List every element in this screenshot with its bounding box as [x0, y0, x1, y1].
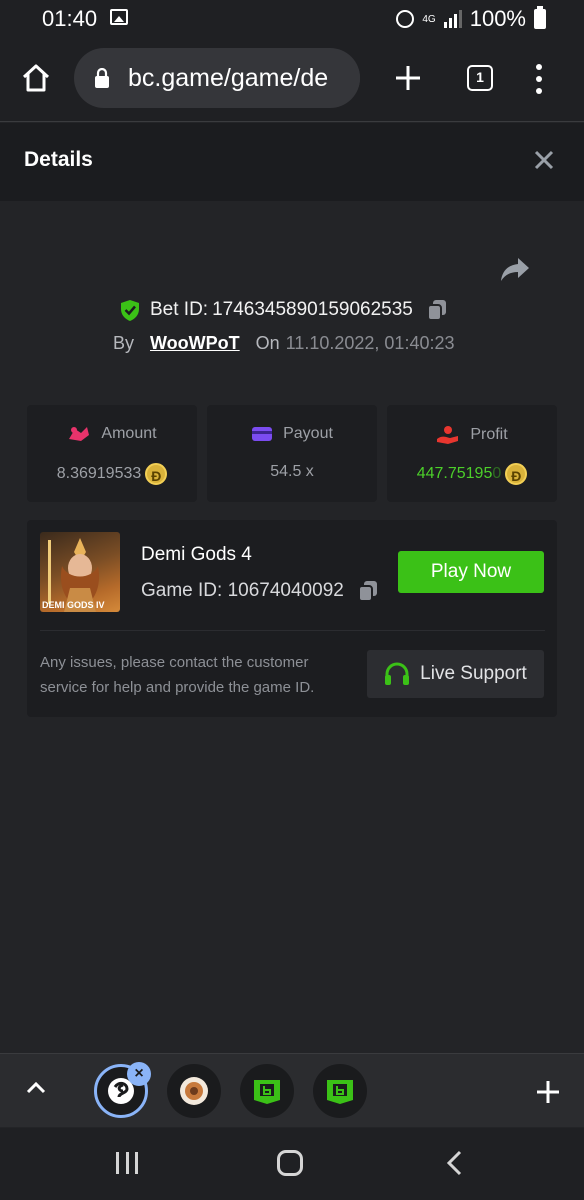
- copy-icon[interactable]: [426, 299, 447, 321]
- home-icon[interactable]: [20, 62, 52, 94]
- amount-value: 8.36919533: [56, 465, 142, 482]
- on-label: On: [255, 333, 280, 353]
- help-text: Any issues, please contact the customer …: [40, 654, 315, 696]
- battery-percent: 100%: [469, 6, 526, 31]
- amount-icon: [69, 427, 90, 441]
- status-bar: 01:40 4G 100%: [0, 0, 584, 36]
- doge-coin-icon: Ð: [145, 463, 168, 485]
- address-bar[interactable]: bc.game/game/de: [74, 48, 360, 108]
- chevron-up-icon[interactable]: [26, 1082, 46, 1094]
- network-label: 4G: [422, 13, 436, 25]
- game-thumbnail[interactable]: DEMI GODS IV: [40, 532, 120, 612]
- tab-site-b[interactable]: [313, 1064, 367, 1118]
- lock-icon: [95, 68, 109, 88]
- url-text: bc.game/game/de: [128, 64, 329, 92]
- bet-author-row: By WooWPoT On 11.10.2022, 01:40:23: [113, 333, 455, 354]
- profit-card: Profit 447.75195 0 Ð: [387, 405, 557, 502]
- amount-card: Amount 8.36919533 Ð: [27, 405, 197, 502]
- shield-check-icon: [121, 300, 139, 321]
- browser-toolbar: bc.game/game/de 1: [0, 36, 584, 122]
- game-tab-icon: [180, 1077, 208, 1105]
- live-support-button[interactable]: Live Support: [367, 650, 544, 698]
- bet-id-row: Bet ID: 1746345890159062535: [120, 297, 447, 323]
- close-icon[interactable]: [533, 149, 555, 171]
- tab-close-icon[interactable]: ×: [127, 1062, 151, 1086]
- doge-coin-icon: Ð: [505, 463, 528, 485]
- divider: [40, 630, 545, 631]
- tab-site-a[interactable]: [240, 1064, 294, 1118]
- payout-label: Payout: [283, 425, 333, 442]
- back-icon[interactable]: [446, 1150, 462, 1176]
- profit-value-fade: 0: [492, 465, 502, 482]
- game-id-label: Game ID:: [141, 580, 223, 601]
- username-link[interactable]: WooWPoT: [150, 333, 240, 354]
- headset-icon: [385, 662, 410, 685]
- bet-date: 11.10.2022, 01:40:23: [285, 333, 455, 353]
- payout-card: Payout 54.5 x: [207, 405, 377, 502]
- page-title: Details: [24, 148, 93, 171]
- details-header: Details: [0, 123, 584, 201]
- copy-icon[interactable]: [357, 580, 378, 602]
- game-card: DEMI GODS IV Demi Gods 4 Game ID: 106740…: [27, 520, 557, 717]
- profit-label: Profit: [470, 426, 508, 443]
- play-now-button[interactable]: Play Now: [398, 551, 544, 593]
- home-button-icon[interactable]: [277, 1150, 303, 1176]
- profit-icon: [437, 426, 459, 444]
- amount-label: Amount: [101, 425, 157, 442]
- status-right: 4G 100%: [396, 6, 546, 32]
- live-support-label: Live Support: [420, 663, 527, 684]
- site-logo-icon: [327, 1080, 353, 1104]
- tab-game[interactable]: [167, 1064, 221, 1118]
- bet-id-label: Bet ID:: [150, 299, 209, 320]
- game-thumb-label: DEMI GODS IV: [42, 600, 105, 610]
- plus-icon[interactable]: [536, 1080, 560, 1104]
- battery-icon: [534, 6, 546, 29]
- tab-strip: ×: [0, 1053, 584, 1127]
- payout-value: 54.5 x: [270, 463, 314, 480]
- game-name: Demi Gods 4: [141, 544, 252, 565]
- bet-id-value: 1746345890159062535: [212, 299, 413, 320]
- profit-value: 447.75195: [416, 465, 493, 482]
- alarm-icon: [396, 10, 415, 28]
- by-label: By: [113, 333, 135, 353]
- tab-switcher-button[interactable]: 1: [467, 65, 493, 91]
- share-icon[interactable]: [500, 256, 530, 282]
- new-tab-icon[interactable]: [394, 64, 422, 92]
- game-id-value: 10674040092: [227, 580, 344, 601]
- overflow-menu-icon[interactable]: [536, 64, 544, 94]
- site-logo-icon: [254, 1080, 280, 1104]
- payout-icon: [252, 427, 273, 441]
- game-id-row: Game ID: 10674040092: [141, 580, 378, 602]
- signal-icon: [443, 10, 462, 28]
- gallery-icon: [110, 9, 128, 25]
- status-time: 01:40: [42, 6, 98, 31]
- system-nav-bar: [0, 1128, 584, 1200]
- recent-apps-icon[interactable]: [116, 1152, 138, 1174]
